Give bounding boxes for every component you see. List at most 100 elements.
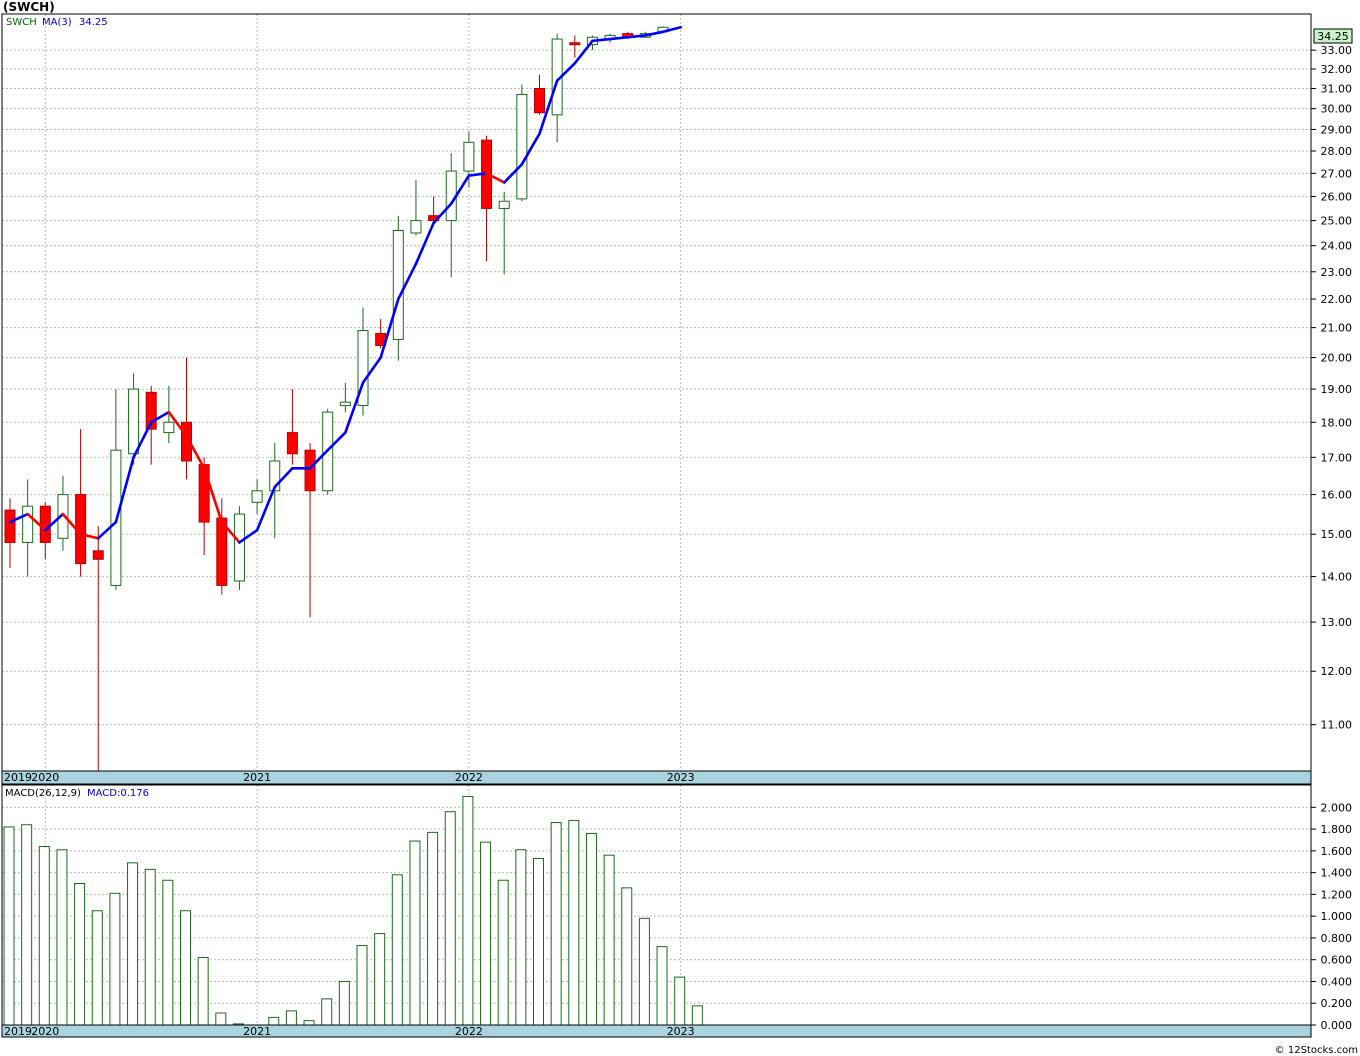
candle-body — [516, 93, 528, 200]
date-label: 2020 — [31, 771, 59, 784]
price-panel: 11.00 12.00 13.00 14.00 15.00 16.00 17.00 18.00… — [1, 13, 1353, 876]
macd-tick-label: 1.000 — [1321, 910, 1353, 923]
price-tick-label: 27.00 — [1321, 167, 1353, 180]
price-axis: 11.00 12.00 13.00 14.00 15.00 16.00 17.00 18.00… — [1311, 44, 1352, 732]
candle-body — [233, 513, 245, 582]
macd-bar — [480, 841, 492, 1026]
macd-bar — [603, 854, 615, 1026]
macd-bar — [268, 1016, 280, 1026]
date-label: 2019 — [4, 1025, 32, 1038]
price-date-band: 2019 2020 2021 2022 2023 — [1, 770, 1312, 785]
candle-body — [251, 490, 263, 503]
candle-body — [498, 200, 510, 209]
macd-tick-label: 1.600 — [1321, 845, 1353, 858]
macd-bar — [409, 840, 421, 1026]
macd-bar — [374, 933, 386, 1026]
macd-bar — [585, 832, 597, 1026]
price-tick-label: 33.00 — [1321, 44, 1353, 57]
legend-symbol: SWCH — [6, 17, 37, 28]
price-tick-label: 25.00 — [1321, 215, 1353, 228]
macd-bar — [497, 879, 509, 1026]
macd-bar — [3, 826, 15, 1026]
macd-tick-label: 2.000 — [1321, 801, 1353, 814]
macd-title: MACD(26,12,9) — [5, 788, 81, 799]
macd-date-band: 2019 2020 2021 2022 2023 — [1, 1024, 1312, 1038]
macd-tick-label: 0.200 — [1321, 997, 1353, 1010]
macd-tick-label: 1.800 — [1321, 823, 1353, 836]
price-tick-label: 29.00 — [1321, 123, 1353, 136]
macd-bar — [533, 857, 544, 1026]
macd-bar — [56, 849, 68, 1026]
price-tick-label: 31.00 — [1321, 83, 1353, 96]
date-label: 2022 — [455, 771, 483, 784]
macd-bar — [656, 946, 668, 1026]
macd-bar — [568, 819, 580, 1026]
macd-bar — [109, 892, 121, 1026]
price-tick-label: 11.00 — [1321, 719, 1353, 732]
macd-bar — [303, 1020, 315, 1026]
price-tick-label: 28.00 — [1321, 145, 1353, 158]
ma-segment — [608, 35, 630, 41]
date-label: 2020 — [31, 1025, 59, 1038]
candle-body — [463, 141, 475, 172]
candle-body — [339, 401, 351, 406]
price-tick-label: 13.00 — [1321, 616, 1353, 629]
macd-tick-label: 0.400 — [1321, 975, 1353, 988]
candle-body — [22, 505, 34, 543]
macd-bar — [144, 868, 156, 1026]
macd-bar — [391, 874, 403, 1026]
price-tick-label: 17.00 — [1321, 451, 1353, 464]
macd-bar — [21, 824, 33, 1026]
macd-bar — [180, 910, 191, 1026]
chart-canvas: 11.00 12.00 13.00 14.00 15.00 16.00 17.00 18.00… — [1, 13, 1353, 1038]
price-tick-label: 21.00 — [1321, 322, 1353, 335]
date-label: 2023 — [667, 1025, 695, 1038]
macd-bar — [621, 887, 633, 1026]
legend-ma-value: 34.25 — [79, 17, 108, 28]
macd-bar — [338, 980, 350, 1026]
candle-body — [198, 464, 210, 523]
macd-bar — [197, 957, 209, 1026]
date-label: 2021 — [243, 771, 271, 784]
candle-body — [286, 432, 298, 455]
macd-panel: 0.000 0.200 0.400 0.600 0.800 1.000 1.200 1.400… — [1, 784, 1353, 1032]
price-tick-label: 26.00 — [1321, 191, 1353, 204]
macd-bar — [427, 831, 439, 1026]
date-label: 2023 — [667, 771, 695, 784]
candle-body — [4, 509, 16, 543]
macd-tick-label: 1.400 — [1321, 867, 1353, 880]
macd-bar — [38, 846, 50, 1026]
candle-body — [392, 229, 404, 340]
candle-body — [39, 505, 51, 543]
candle-body — [128, 388, 140, 455]
ma-segment — [626, 34, 647, 39]
price-tick-label: 19.00 — [1321, 383, 1353, 396]
candle-body — [92, 550, 104, 560]
macd-bar — [321, 998, 333, 1026]
candle-body — [534, 88, 545, 114]
price-tick-label: 16.00 — [1321, 489, 1353, 502]
macd-legend-value: MACD:0.176 — [87, 788, 149, 799]
macd-bar — [444, 811, 456, 1026]
price-tick-label: 12.00 — [1321, 665, 1353, 678]
candle-body — [569, 42, 581, 46]
candle-body — [216, 517, 228, 586]
price-tick-label: 15.00 — [1321, 528, 1353, 541]
macd-bar — [215, 1012, 227, 1026]
date-label: 2021 — [243, 1025, 271, 1038]
price-tick-label: 20.00 — [1321, 352, 1353, 365]
date-label: 2019 — [4, 771, 32, 784]
macd-tick-label: 0.600 — [1321, 954, 1353, 967]
price-tick-label: 23.00 — [1321, 266, 1353, 279]
legend-ma-label: MA(3) — [42, 17, 72, 28]
candle-body — [163, 421, 175, 434]
macd-bar — [127, 862, 139, 1026]
price-tick-label: 18.00 — [1321, 416, 1353, 429]
macd-bar — [91, 910, 103, 1026]
macd-bar — [691, 1005, 703, 1026]
macd-bar — [285, 1010, 297, 1026]
macd-tick-label: 0.000 — [1321, 1019, 1353, 1032]
price-tick-label: 32.00 — [1321, 63, 1353, 76]
macd-bar — [638, 917, 650, 1026]
date-label: 2022 — [455, 1025, 483, 1038]
